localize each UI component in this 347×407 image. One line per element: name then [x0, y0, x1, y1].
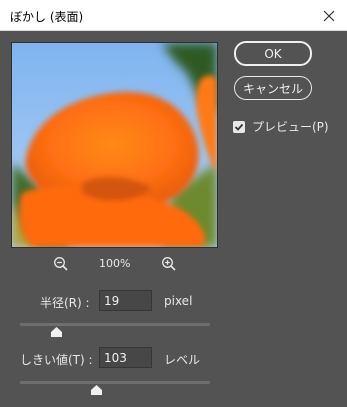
zoom-out-icon	[54, 257, 68, 271]
checkmark-icon	[234, 123, 244, 131]
zoom-level: 100%	[99, 257, 131, 270]
close-button[interactable]	[319, 6, 339, 26]
cancel-button-label: キャンセル	[242, 81, 303, 96]
preview-pane[interactable]	[11, 42, 218, 248]
radius-slider-thumb[interactable]	[50, 327, 62, 337]
threshold-unit: レベル	[164, 353, 201, 367]
radius-slider[interactable]	[20, 323, 210, 326]
cancel-button[interactable]: キャンセル	[234, 76, 312, 100]
radius-input[interactable]	[99, 290, 152, 311]
radius-unit: pixel	[164, 294, 193, 308]
zoom-in-icon	[162, 257, 176, 271]
close-icon	[323, 10, 335, 22]
title-bar: ぼかし (表面)	[0, 0, 347, 31]
zoom-out-button[interactable]	[53, 256, 69, 272]
radius-label: 半径(R) :	[40, 296, 90, 310]
ok-button-label: OK	[264, 46, 282, 61]
blur-dialog: ぼかし (表面) OK キャンセル プレビュー(P) 100% 半径(R): …	[0, 0, 347, 407]
ok-button[interactable]: OK	[234, 41, 312, 66]
preview-checkbox-label: プレビュー(P)	[252, 120, 329, 134]
preview-toggle[interactable]: プレビュー(P)	[233, 118, 329, 135]
zoom-in-button[interactable]	[161, 256, 177, 272]
threshold-label: しきい値(T) :	[20, 353, 93, 367]
dialog-title: ぼかし (表面)	[10, 10, 84, 24]
threshold-slider[interactable]	[20, 381, 210, 384]
zoom-controls: 100%	[0, 256, 230, 274]
threshold-slider-thumb[interactable]	[90, 385, 102, 395]
threshold-input[interactable]	[99, 347, 152, 368]
preview-checkbox[interactable]	[233, 120, 245, 133]
preview-image	[12, 43, 217, 247]
